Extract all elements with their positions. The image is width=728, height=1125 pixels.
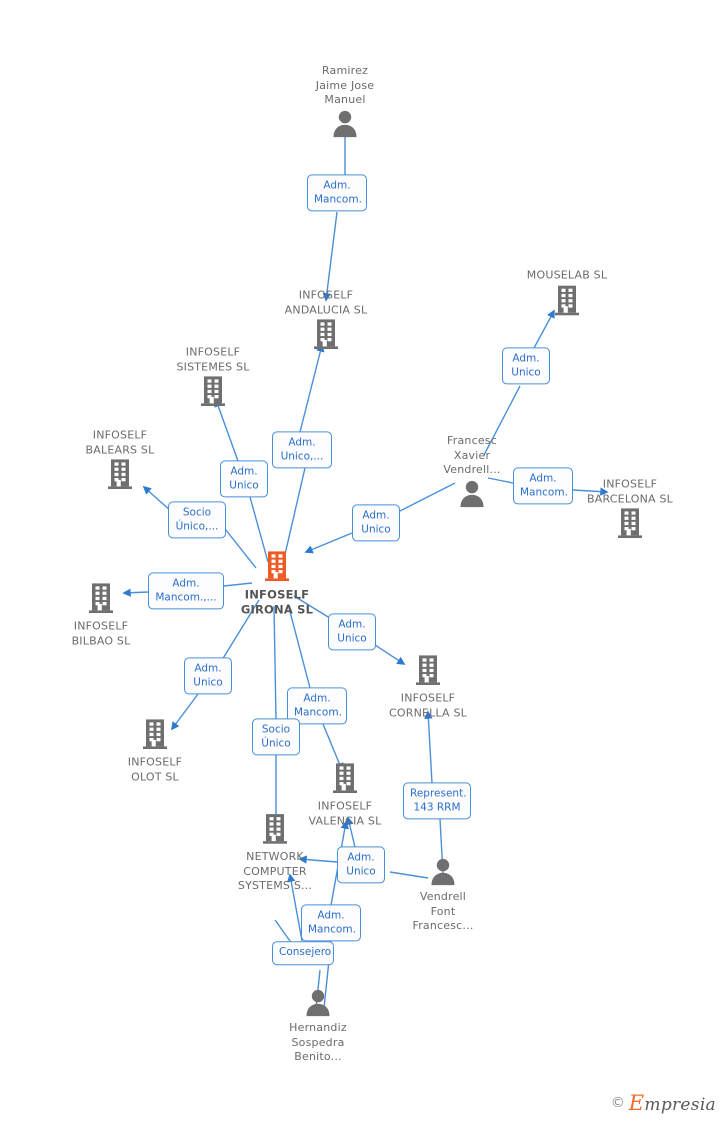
node-label: INFOSELF OLOT SL (127, 755, 183, 783)
person-icon (303, 987, 333, 1021)
edge-label-girona-olot[interactable]: Adm. Unico (184, 657, 232, 695)
graph-node-vendrell[interactable]: Vendrell Font Francesc... (373, 856, 513, 934)
node-label: MOUSELAB SL (526, 268, 608, 282)
node-label: Vendrell Font Francesc... (412, 890, 474, 933)
company-building-icon (330, 761, 360, 799)
brand-rest: mpresia (644, 1095, 716, 1115)
graph-node-ramirez[interactable]: Ramirez Jaime Jose Manuel (275, 64, 415, 142)
brand-wordmark: Empresia (629, 1091, 716, 1115)
node-label: INFOSELF SISTEMES SL (176, 345, 250, 373)
edge-label-girona-bilbao[interactable]: Adm. Mancom.,... (148, 572, 224, 610)
node-label: Hernandiz Sospedra Benito... (289, 1021, 347, 1064)
node-label: INFOSELF BALEARS SL (85, 428, 155, 456)
company-building-icon (260, 812, 290, 850)
company-building-icon (105, 458, 135, 496)
node-label: Ramirez Jaime Jose Manuel (315, 64, 375, 107)
edge-label-girona-network[interactable]: Socio Único (252, 718, 300, 756)
graph-node-network[interactable]: NETWORK COMPUTER SYSTEMS S... (205, 812, 345, 894)
graph-node-barcelona[interactable]: INFOSELF BARCELONA SL (560, 477, 700, 544)
edge-label-francesc-barcelona[interactable]: Adm. Mancom. (513, 467, 573, 505)
edge-label-girona-andalucia[interactable]: Adm. Unico,... (272, 431, 332, 469)
person-icon (330, 108, 360, 142)
graph-edges-layer (122, 125, 609, 1009)
graph-node-girona[interactable]: INFOSELF GIRONA SL (207, 549, 347, 616)
node-label: Francesc Xavier Vendrell... (443, 434, 501, 477)
edge-label-ramirez-andalucia[interactable]: Adm. Mancom. (307, 174, 367, 212)
edge-label-vendrell-cornella[interactable]: Represent. 143 RRM (403, 782, 471, 820)
graph-node-mouselab[interactable]: MOUSELAB SL (497, 269, 637, 322)
person-icon (428, 856, 458, 890)
person-icon (457, 478, 487, 512)
company-building-icon (198, 375, 228, 413)
company-building-icon (552, 283, 582, 321)
node-label: NETWORK COMPUTER SYSTEMS S... (237, 850, 313, 893)
node-label: INFOSELF BARCELONA SL (587, 477, 673, 505)
node-label: INFOSELF CORNELLA SL (388, 691, 467, 719)
company-building-icon (262, 549, 292, 587)
node-label: INFOSELF ANDALUCIA SL (284, 288, 368, 316)
relationship-graph: Ramirez Jaime Jose Manuel INFOSELF ANDALU… (0, 0, 728, 1125)
edge-label-francesc-girona[interactable]: Adm. Unico (352, 504, 400, 542)
graph-node-sistemes[interactable]: INFOSELF SISTEMES SL (143, 345, 283, 412)
brand-initial: E (628, 1091, 645, 1115)
company-building-icon (615, 507, 645, 545)
edge-label-hernandiz-network[interactable]: Adm. Mancom. (301, 904, 361, 942)
edge-label-francesc-mouselab[interactable]: Adm. Unico (502, 347, 550, 385)
copyright-icon: © (610, 1095, 625, 1111)
node-label: INFOSELF GIRONA SL (240, 587, 314, 616)
company-building-icon (413, 653, 443, 691)
graph-node-hernandiz[interactable]: Hernandiz Sospedra Benito... (248, 987, 388, 1065)
company-building-icon (86, 581, 116, 619)
edge-label-girona-cornella[interactable]: Adm. Unico (328, 613, 376, 651)
empresia-watermark: © Empresia (611, 1091, 716, 1115)
edge-label-vendrell-valencia[interactable]: Adm. Unico (337, 846, 385, 884)
edge-label-girona-balears[interactable]: Socio Único,... (168, 501, 226, 539)
graph-node-cornella[interactable]: INFOSELF CORNELLA SL (358, 653, 498, 720)
edge-label-girona-sistemes[interactable]: Adm. Unico (220, 460, 268, 498)
edge-label-hernandiz-consejero[interactable]: Consejero (272, 941, 334, 965)
company-building-icon (140, 717, 170, 755)
node-label: INFOSELF BILBAO SL (71, 619, 131, 647)
graph-node-balears[interactable]: INFOSELF BALEARS SL (50, 428, 190, 495)
company-building-icon (311, 318, 341, 356)
graph-node-olot[interactable]: INFOSELF OLOT SL (85, 717, 225, 784)
